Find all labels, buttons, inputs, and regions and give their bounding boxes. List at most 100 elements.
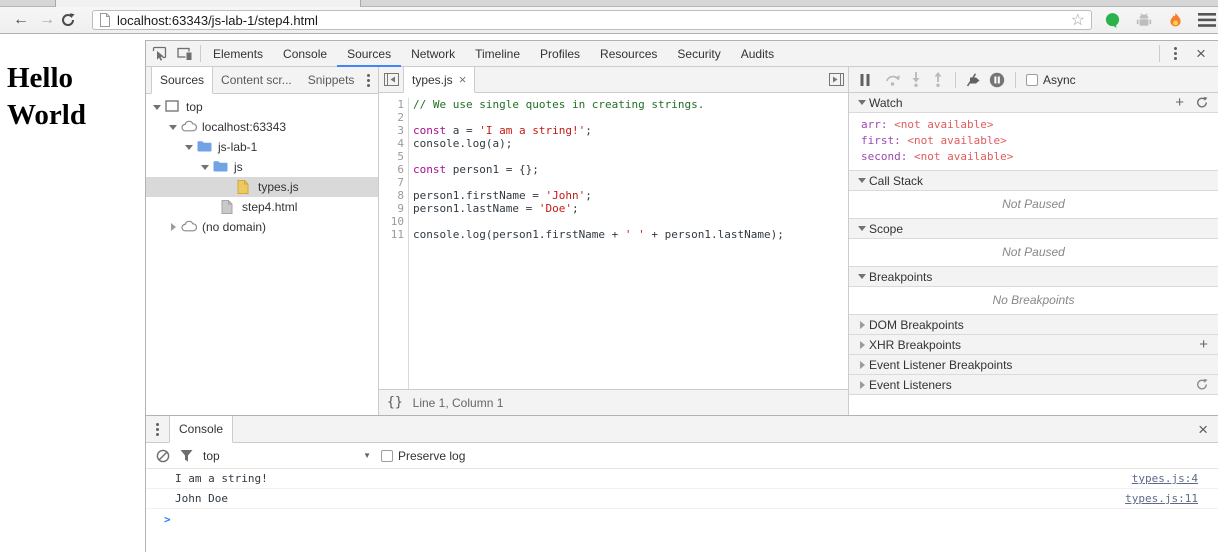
android-extension-icon[interactable] (1135, 12, 1153, 29)
section-header-event-listener-breakpoints[interactable]: Event Listener Breakpoints (849, 355, 1218, 375)
pause-on-exceptions-icon[interactable] (989, 72, 1005, 88)
tab-network[interactable]: Network (401, 41, 465, 66)
expander-down-icon[interactable] (184, 145, 194, 150)
file-tree: toplocalhost:63343js-lab-1jstypes.jsstep… (146, 94, 378, 415)
section-title: Event Listeners (869, 378, 952, 392)
hide-navigator-icon[interactable] (379, 67, 403, 92)
watch-item[interactable]: first: <not available> (849, 133, 1218, 149)
add-icon[interactable]: + (1199, 337, 1208, 352)
section-header-scope[interactable]: Scope (849, 219, 1218, 239)
chevron-right-icon (855, 341, 869, 349)
browser-active-tab[interactable] (55, 0, 361, 7)
filter-icon[interactable] (180, 449, 193, 462)
navigator-tab-snippets[interactable]: Snippets (300, 67, 363, 93)
execution-context-select[interactable]: top ▼ (203, 449, 371, 463)
step-out-icon[interactable] (931, 72, 945, 87)
tree-item-localhost-63343[interactable]: localhost:63343 (146, 117, 378, 137)
tree-item-js[interactable]: js (146, 157, 378, 177)
console-drawer-tab[interactable]: Console (169, 416, 233, 443)
refresh-icon[interactable] (1196, 378, 1208, 391)
watch-value: <not available> (914, 150, 1013, 163)
watch-section-header[interactable]: Watch + (849, 93, 1218, 113)
reload-icon[interactable] (60, 12, 86, 28)
devtools-close-icon[interactable]: × (1188, 41, 1214, 66)
drawer-menu-icon[interactable] (156, 423, 159, 436)
section-title: Call Stack (869, 174, 923, 188)
forward-arrow-icon[interactable]: → (34, 11, 60, 29)
tab-close-icon[interactable]: × (459, 72, 467, 87)
chevron-down-icon (858, 100, 866, 105)
clear-console-icon[interactable] (156, 449, 170, 463)
sources-navigator: SourcesContent scr...Snippets toplocalho… (146, 67, 379, 415)
source-location-link[interactable]: types.js:4 (1132, 469, 1218, 488)
hangouts-extension-icon[interactable] (1104, 12, 1121, 29)
deactivate-breakpoints-icon[interactable] (966, 73, 981, 87)
navigator-tab-content-scr-[interactable]: Content scr... (213, 67, 300, 93)
code-editor[interactable]: 1234567891011 // We use single quotes in… (379, 93, 848, 389)
watch-item[interactable]: second: <not available> (849, 149, 1218, 165)
code-line: const a = 'I am a string!'; (413, 124, 848, 137)
close-drawer-icon[interactable]: × (1198, 421, 1208, 438)
bookmark-star-icon[interactable]: ☆ (1071, 10, 1085, 30)
preserve-log-label: Preserve log (398, 449, 465, 463)
section-header-xhr-breakpoints[interactable]: XHR Breakpoints+ (849, 335, 1218, 355)
tab-elements[interactable]: Elements (203, 41, 273, 66)
preserve-log-checkbox[interactable] (381, 450, 393, 462)
line-number: 2 (379, 111, 404, 124)
section-header-breakpoints[interactable]: Breakpoints (849, 267, 1218, 287)
tree-item-step4.html[interactable]: step4.html (146, 197, 378, 217)
code-token: 'Doe' (539, 202, 572, 215)
flame-extension-icon[interactable] (1167, 12, 1184, 29)
code-token: ; (572, 202, 579, 215)
console-prompt[interactable]: > (146, 509, 1218, 529)
devtools-menu-icon[interactable] (1162, 41, 1188, 66)
step-over-icon[interactable] (885, 73, 901, 87)
tab-console[interactable]: Console (273, 41, 337, 66)
watch-expressions[interactable]: arr: <not available>first: <not availabl… (849, 113, 1218, 171)
url-text[interactable]: localhost:63343/js-lab-1/step4.html (117, 13, 1071, 28)
tab-audits[interactable]: Audits (731, 41, 784, 66)
console-message-text: I am a string! (146, 469, 268, 488)
browser-menu-icon[interactable] (1198, 13, 1216, 27)
source-location-link[interactable]: types.js:11 (1125, 489, 1218, 508)
add-watch-icon[interactable]: + (1175, 95, 1184, 110)
navigator-tab-sources[interactable]: Sources (151, 67, 213, 94)
line-number: 5 (379, 150, 404, 163)
debugger-sidebar: Async Watch + arr: <not available>first:… (849, 67, 1218, 415)
context-value: top (203, 449, 220, 463)
pretty-print-icon[interactable]: {} (387, 395, 403, 410)
editor-tab-types-js[interactable]: types.js × (403, 67, 475, 93)
tree-item-js-lab-1[interactable]: js-lab-1 (146, 137, 378, 157)
chevron-down-icon (855, 226, 869, 231)
tab-sources[interactable]: Sources (337, 41, 401, 66)
expander-down-icon[interactable] (152, 105, 162, 110)
editor-tab-label: types.js (412, 73, 453, 87)
tab-resources[interactable]: Resources (590, 41, 667, 66)
address-bar[interactable]: localhost:63343/js-lab-1/step4.html ☆ (92, 10, 1092, 30)
devtools-tab-bar: ElementsConsoleSourcesNetworkTimelinePro… (146, 41, 1218, 67)
expander-down-icon[interactable] (200, 165, 210, 170)
section-header-call-stack[interactable]: Call Stack (849, 171, 1218, 191)
step-into-icon[interactable] (909, 72, 923, 87)
async-checkbox[interactable] (1026, 74, 1038, 86)
expander-right-icon[interactable] (168, 223, 178, 231)
inspect-element-icon[interactable] (146, 41, 172, 66)
navigator-menu-icon[interactable] (367, 74, 370, 87)
watch-item[interactable]: arr: <not available> (849, 117, 1218, 133)
show-drawer-icon[interactable] (824, 67, 848, 92)
back-arrow-icon[interactable]: ← (8, 11, 34, 29)
tree-item-types.js[interactable]: types.js (146, 177, 378, 197)
section-header-event-listeners[interactable]: Event Listeners (849, 375, 1218, 395)
section-header-dom-breakpoints[interactable]: DOM Breakpoints (849, 315, 1218, 335)
tree-item--no-domain-[interactable]: (no domain) (146, 217, 378, 237)
async-toggle[interactable]: Async (1026, 73, 1076, 87)
pause-script-icon[interactable] (859, 74, 871, 86)
tree-item-top[interactable]: top (146, 97, 378, 117)
preserve-log-toggle[interactable]: Preserve log (381, 449, 465, 463)
device-toolbar-icon[interactable] (172, 41, 198, 66)
tab-profiles[interactable]: Profiles (530, 41, 590, 66)
expander-down-icon[interactable] (168, 125, 178, 130)
refresh-watch-icon[interactable] (1196, 96, 1208, 109)
tab-security[interactable]: Security (667, 41, 730, 66)
tab-timeline[interactable]: Timeline (465, 41, 530, 66)
